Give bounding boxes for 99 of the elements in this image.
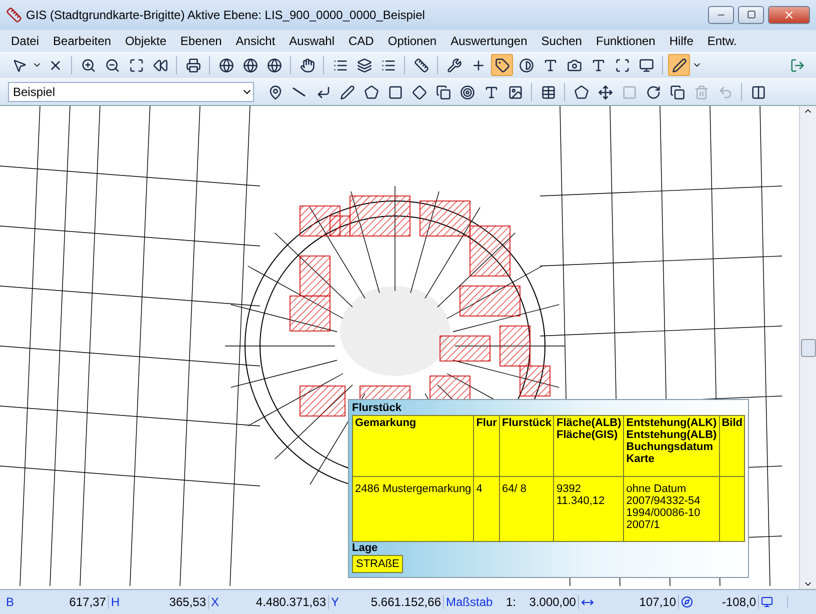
status-value: 3.000,00 <box>529 595 576 610</box>
copy-icon <box>436 84 450 100</box>
maximize-button[interactable] <box>738 6 764 24</box>
column-header: Entstehung(ALK) Entstehung(ALB) Buchungsdatum Karte <box>624 416 720 477</box>
table-cell: 2486 Mustergemarkung <box>352 476 474 542</box>
table-icon <box>540 84 556 100</box>
status-value: 107,10 <box>639 595 676 610</box>
exit-icon <box>790 58 804 73</box>
zoom-fit-icon <box>128 58 144 73</box>
window-icon <box>638 58 654 73</box>
menu-item[interactable]: Funktionen <box>588 34 662 48</box>
polygon-icon <box>574 84 588 100</box>
status-label: B <box>6 595 14 610</box>
undo-icon <box>718 84 732 100</box>
angle-icon <box>681 596 693 608</box>
line-icon <box>292 87 306 98</box>
image-icon <box>508 84 522 100</box>
ruler-icon <box>414 58 428 73</box>
column-header: Bild <box>719 416 745 477</box>
popup-title: Flurstück <box>352 402 403 414</box>
polyline-icon <box>316 84 330 100</box>
contrast-icon <box>518 58 534 73</box>
pin-icon <box>268 84 282 100</box>
text-icon <box>484 84 498 100</box>
menu-item[interactable]: Suchen <box>534 34 589 48</box>
table-cell: ohne Datum 2007/94332-54 1994/00086-10 2007/1 <box>624 476 720 542</box>
globe-icon <box>242 58 258 73</box>
close-button[interactable] <box>768 6 810 24</box>
column-header: Fläche(ALB) Fläche(GIS) <box>554 416 624 477</box>
polygon-icon <box>364 84 378 100</box>
menu-item[interactable]: Hilfe <box>662 34 700 48</box>
vertical-scrollbar[interactable] <box>799 106 816 590</box>
diamond-icon <box>412 84 426 100</box>
table-cell <box>719 476 745 542</box>
pen-tool[interactable] <box>668 54 690 76</box>
minimize-button[interactable] <box>708 6 734 24</box>
pointer-icon <box>12 58 26 73</box>
tools-icon <box>446 58 462 73</box>
globe-icon <box>218 58 234 73</box>
menu-item[interactable]: Objekte <box>118 34 174 48</box>
menu-item[interactable]: Auswertungen <box>444 34 534 48</box>
layer-select[interactable]: Beispiel <box>8 82 254 102</box>
tag-icon <box>494 58 510 73</box>
unit-icon <box>761 596 773 608</box>
menu-item[interactable]: Entw. <box>700 34 744 48</box>
status-label: Y <box>331 595 340 610</box>
copy-icon <box>670 84 684 100</box>
move-icon <box>598 84 612 100</box>
frame-icon <box>614 58 630 73</box>
menu-item[interactable]: Ebenen <box>173 34 229 48</box>
status-value: 365,53 <box>169 595 206 610</box>
menu-item[interactable]: CAD <box>342 34 381 48</box>
letters-icon <box>590 58 606 73</box>
menu-item[interactable]: Bearbeiten <box>46 34 118 48</box>
trash-icon <box>694 84 708 100</box>
status-value: -108,0 <box>722 595 756 610</box>
rewind-icon <box>152 58 168 73</box>
status-label: Maßstab <box>446 595 493 610</box>
table-cell: 9392 11.340,12 <box>554 476 624 542</box>
camera-icon <box>566 58 582 73</box>
section-title: Lage <box>352 542 379 554</box>
layers-icon <box>356 58 372 73</box>
menu-item[interactable]: Auswahl <box>282 34 342 48</box>
rotate-icon <box>646 84 660 100</box>
target-icon <box>460 84 474 100</box>
pen-icon <box>340 84 354 100</box>
list-icon <box>332 58 348 73</box>
window-title: GIS (Stadtgrundkarte-Brigitte) Aktive Ebene: LIS_900_0000_0000_Beispiel <box>26 8 426 22</box>
column-header: Gemarkung <box>352 416 474 477</box>
menu-item[interactable]: Optionen <box>380 34 444 48</box>
zoom-in-icon <box>80 58 96 73</box>
status-value: 1: <box>506 595 516 610</box>
column-header: Flurstück <box>499 416 554 477</box>
status-value: 617,37 <box>69 595 106 610</box>
app-icon <box>6 6 22 23</box>
table-cell: 4 <box>474 476 500 542</box>
hand-icon <box>300 58 314 73</box>
status-value: 4.480.371,63 <box>256 595 326 610</box>
location-tag: STRAßE <box>352 555 404 574</box>
status-label: H <box>111 595 120 610</box>
table-cell: 64/ 8 <box>499 476 554 542</box>
maximize-icon <box>746 10 756 20</box>
status-label: X <box>211 595 220 610</box>
scroll-thumb[interactable] <box>800 338 816 357</box>
menu-item[interactable]: Datei <box>4 34 46 48</box>
column-header: Flur <box>474 416 500 477</box>
zoom-out-icon <box>104 58 120 73</box>
close-icon <box>783 8 795 21</box>
columns-icon <box>750 84 766 100</box>
rectangle-icon <box>388 84 402 100</box>
pen-icon <box>672 58 686 73</box>
print-icon <box>186 58 200 73</box>
square-icon <box>622 84 636 100</box>
list-icon <box>380 58 396 73</box>
plus-icon <box>470 58 486 73</box>
tag-tool[interactable] <box>491 54 513 76</box>
globe-icon <box>266 58 282 73</box>
status-value: 5.661.152,66 <box>370 595 441 610</box>
menu-item[interactable]: Ansicht <box>228 34 282 48</box>
